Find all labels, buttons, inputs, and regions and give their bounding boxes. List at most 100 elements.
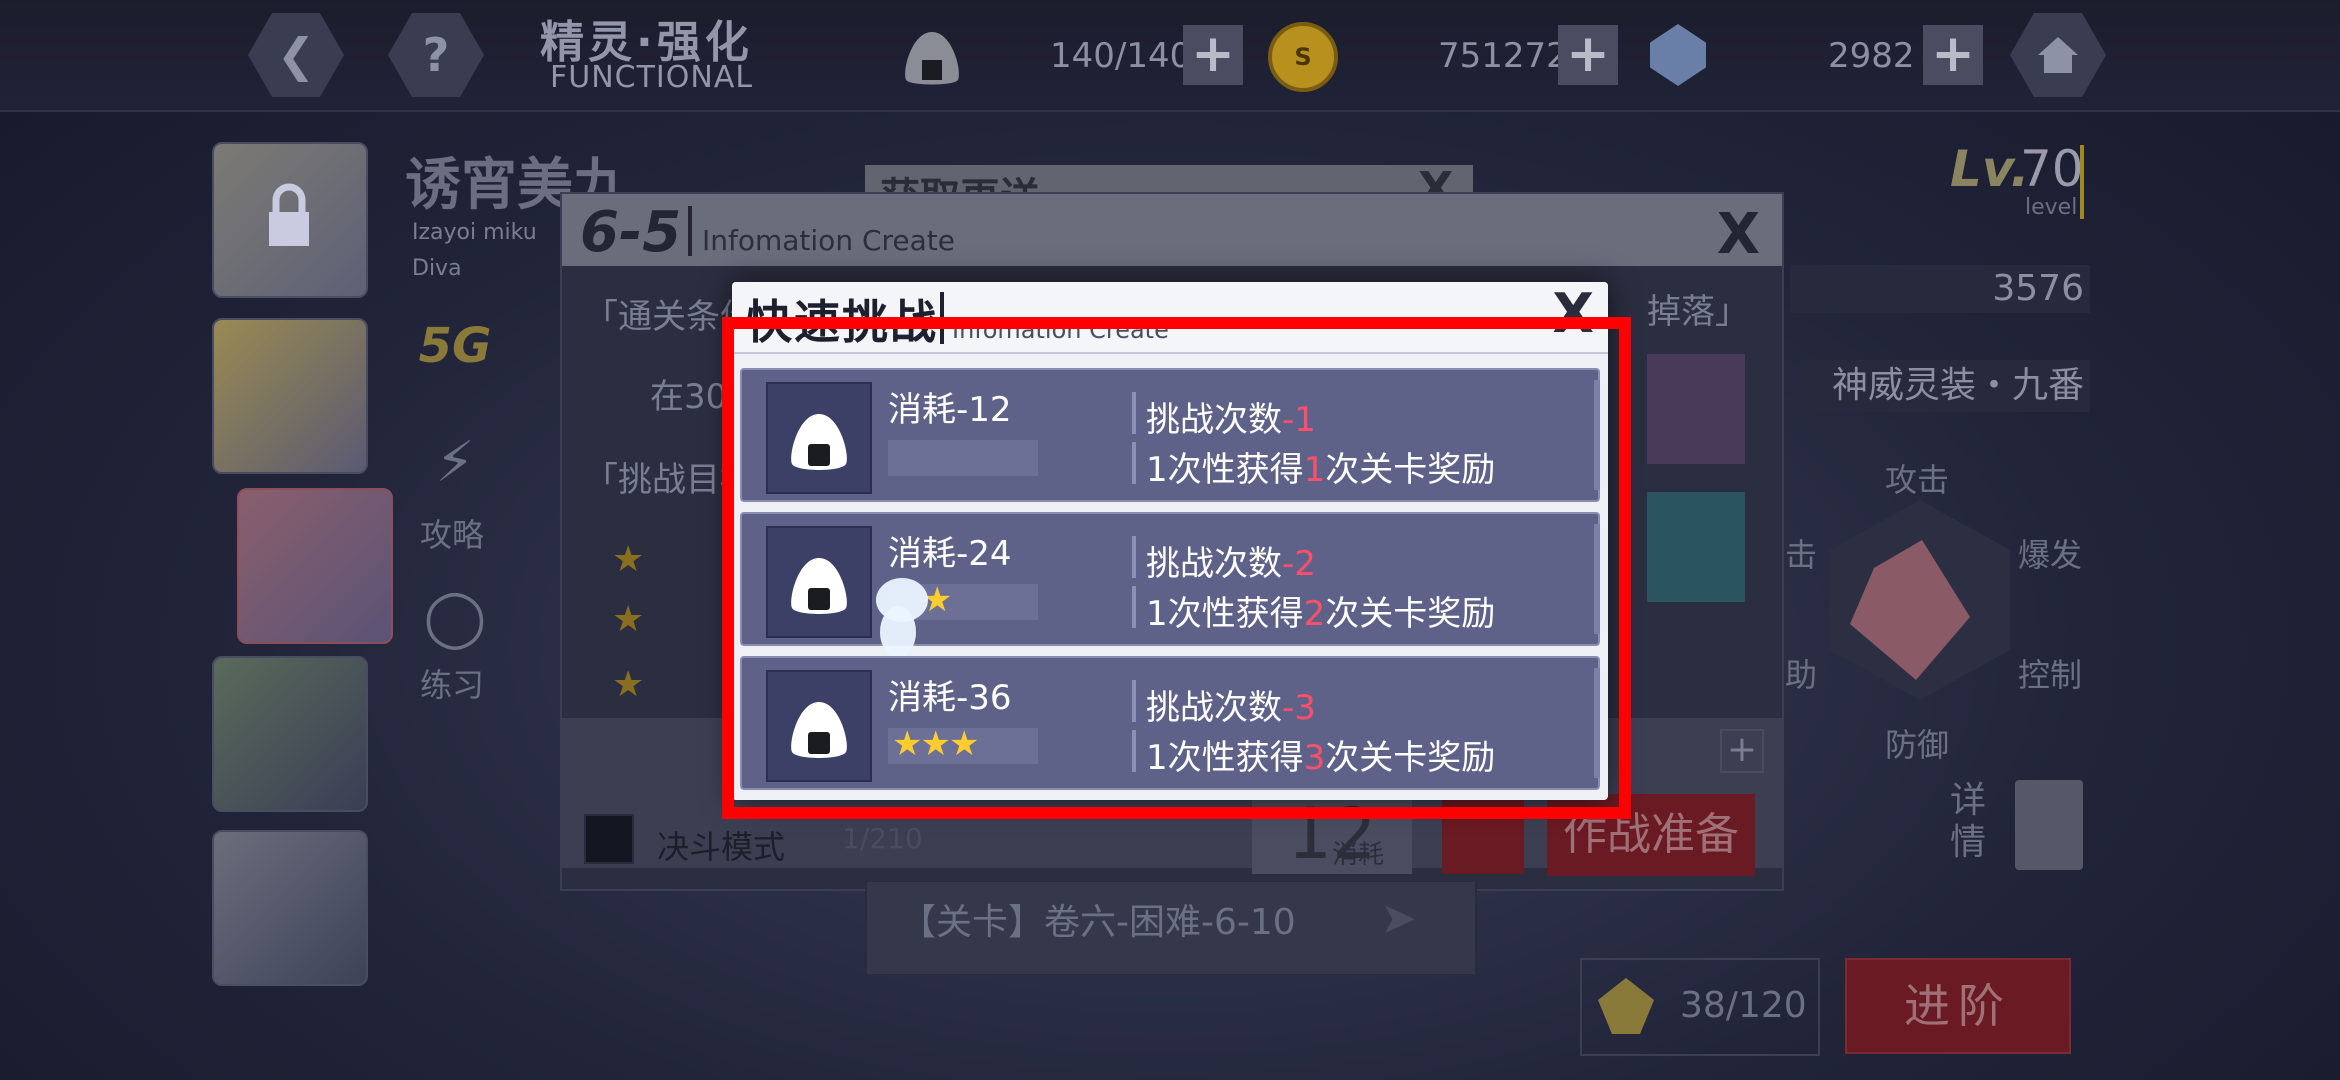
- drop-item-2[interactable]: [1647, 492, 1745, 602]
- row-divider: [1132, 586, 1136, 628]
- coin-icon: S: [1268, 22, 1338, 92]
- target-star-1: ★: [612, 539, 645, 580]
- character-portrait-selected[interactable]: [237, 488, 393, 644]
- quick-challenge-modal: 快速挑战 Infomation Create X 消耗-12 挑战次数-1 1次…: [732, 282, 1608, 800]
- challenge-target-label: 「挑战目标: [584, 460, 754, 500]
- stage-divider: [688, 206, 692, 256]
- quick-challenge-button[interactable]: [1442, 794, 1524, 874]
- radar-assist-label: 助: [1785, 656, 1818, 694]
- level-value: 70: [2020, 140, 2084, 198]
- stage-subtitle: Infomation Create: [702, 224, 955, 257]
- lock-icon: [269, 183, 309, 246]
- strategy-icon[interactable]: ⚡: [412, 430, 498, 510]
- advance-button[interactable]: 进阶: [1845, 958, 2071, 1054]
- gamepad-icon[interactable]: ◯: [412, 585, 498, 665]
- radar-attack-label: 攻击: [1885, 461, 1950, 499]
- row-divider: [1132, 536, 1136, 578]
- material-count: 38/120: [1680, 985, 1807, 1026]
- quick-challenge-option-2[interactable]: 消耗-24 ★ 挑战次数-2 1次性获得2次关卡奖励: [740, 512, 1600, 658]
- modal-title: 快速挑战: [746, 295, 938, 349]
- duel-mode-label: 决斗模式: [657, 828, 786, 866]
- add-gems-button[interactable]: +: [1923, 25, 1983, 85]
- home-button[interactable]: [2010, 13, 2106, 97]
- cost-label: 消耗-36: [888, 678, 1012, 718]
- character-type: Diva: [412, 256, 462, 281]
- stamina-value: 140/140: [1050, 36, 1192, 76]
- rank-badge: 5G: [418, 318, 492, 374]
- drop-item-1[interactable]: [1647, 354, 1745, 464]
- stars-bg: [888, 440, 1038, 476]
- quick-challenge-option-3[interactable]: 消耗-36 ★★★ 挑战次数-3 1次性获得3次关卡奖励: [740, 656, 1600, 790]
- challenge-count-line: 挑战次数-1: [1146, 400, 1316, 440]
- stage-close-button[interactable]: X: [1717, 202, 1760, 267]
- consume-label: 消耗: [1332, 840, 1385, 870]
- stage-header: 6-5 Infomation Create X: [562, 194, 1782, 267]
- row-edge: [1594, 668, 1600, 778]
- row-divider: [1132, 680, 1136, 722]
- radar-strike-label: 击: [1785, 536, 1818, 574]
- add-gold-button[interactable]: +: [1558, 25, 1618, 85]
- reward-line: 1次性获得3次关卡奖励: [1146, 738, 1496, 778]
- page-subtitle: FUNCTIONAL: [550, 60, 754, 95]
- riceball-icon: [766, 670, 872, 782]
- cost-label: 消耗-12: [888, 390, 1012, 430]
- radar-defense-label: 防御: [1885, 726, 1950, 764]
- prepare-button[interactable]: 作战准备: [1547, 794, 1755, 876]
- riceball-icon: [905, 32, 959, 85]
- reward-line: 1次性获得1次关卡奖励: [1146, 450, 1496, 490]
- row-divider: [1132, 392, 1136, 434]
- row-divider: [1132, 730, 1136, 772]
- strategy-label[interactable]: 攻略: [420, 510, 484, 556]
- sparkle-effect: [876, 578, 928, 658]
- character-portrait-5[interactable]: [212, 830, 368, 986]
- target-star-3: ★: [612, 664, 645, 705]
- radar-burst-label: 爆发: [2018, 536, 2083, 574]
- stage-number: 6-5: [580, 200, 682, 265]
- character-portrait-4[interactable]: [212, 656, 368, 812]
- cost-label: 消耗-24: [888, 534, 1012, 574]
- row-edge: [1594, 380, 1600, 490]
- quick-challenge-option-1[interactable]: 消耗-12 挑战次数-1 1次性获得1次关卡奖励: [740, 368, 1600, 502]
- add-stamina-button[interactable]: +: [1183, 25, 1243, 85]
- row-edge: [1594, 524, 1600, 634]
- home-icon: [2038, 37, 2078, 73]
- modal-subtitle: Infomation Create: [952, 316, 1169, 344]
- crystal-material-icon: [1598, 978, 1654, 1034]
- modal-close-button[interactable]: X: [1552, 282, 1594, 345]
- top-bar: ❮ ? 精灵·强化 FUNCTIONAL 140/140 + S 751272 …: [0, 0, 2340, 112]
- row-divider: [1132, 442, 1136, 484]
- duel-count: 1/210: [842, 822, 923, 855]
- clear-condition-label: 「通关条件: [584, 297, 754, 337]
- reward-line: 1次性获得2次关卡奖励: [1146, 594, 1496, 634]
- character-portrait-locked[interactable]: [212, 142, 368, 298]
- modal-title-divider: [940, 292, 944, 344]
- details-label[interactable]: 详 情: [1950, 780, 1986, 864]
- gold-value: 751272: [1438, 36, 1568, 76]
- drop-label: 掉落」: [1647, 292, 1749, 332]
- condition-text: 在30: [650, 377, 728, 417]
- level-accent: [2080, 145, 2084, 219]
- duel-mode-checkbox[interactable]: [584, 814, 634, 864]
- chevron-left-icon: ❮: [276, 28, 316, 82]
- riceball-icon: [766, 526, 872, 638]
- character-romaji: Izayoi miku: [412, 220, 537, 245]
- modal-header: 快速挑战 Infomation Create X: [732, 282, 1608, 354]
- equipment-name: 神威灵装・九番: [1800, 360, 2090, 412]
- help-button[interactable]: ?: [388, 13, 484, 97]
- level-select-text: 【关卡】卷六-困难-6-10: [900, 902, 1296, 943]
- back-button[interactable]: ❮: [248, 13, 344, 97]
- practice-label[interactable]: 练习: [420, 660, 484, 706]
- target-star-2: ★: [612, 599, 645, 640]
- question-icon: ?: [422, 28, 450, 82]
- character-portrait-2[interactable]: [212, 318, 368, 474]
- radar-control-label: 控制: [2018, 656, 2083, 694]
- riceball-icon: [766, 382, 872, 494]
- level-label: level: [2025, 195, 2078, 220]
- book-icon[interactable]: [2015, 780, 2083, 870]
- stage-add-button[interactable]: +: [1720, 729, 1764, 773]
- arrow-right-icon[interactable]: ➤: [1380, 893, 1417, 944]
- level-prefix: Lv.: [1950, 140, 2030, 198]
- crystal-icon: [1650, 24, 1706, 86]
- power-value: 3576: [1790, 265, 2090, 313]
- challenge-count-line: 挑战次数-2: [1146, 544, 1316, 584]
